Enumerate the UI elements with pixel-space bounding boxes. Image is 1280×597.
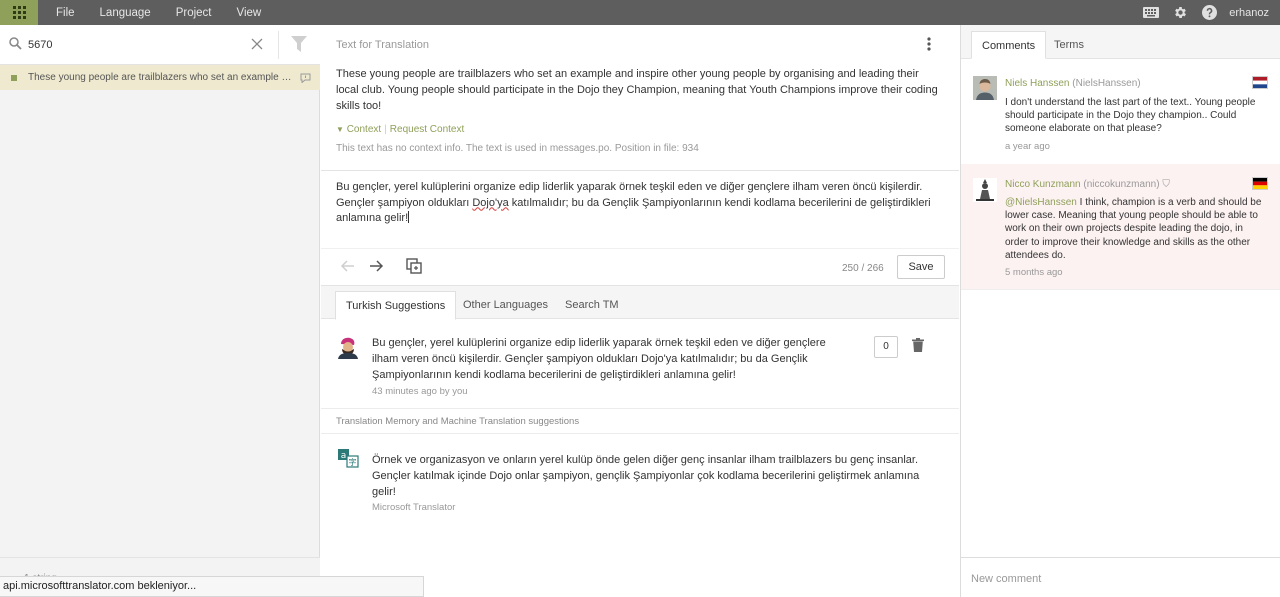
comment-author: Nicco Kunzmann (niccokunzmann) ⛉: [1005, 179, 1170, 190]
shield-icon: ⛉: [1162, 179, 1170, 190]
character-count: 250 / 266: [842, 263, 884, 274]
search-input[interactable]: [28, 36, 243, 54]
editor-toolbar: 250 / 266 Save: [321, 248, 959, 285]
comment-author: Niels Hanssen (NielsHanssen): [1005, 78, 1141, 89]
netherlands-flag-icon: [1252, 76, 1268, 89]
right-tabs: Comments Terms: [961, 25, 1280, 59]
user-avatar: [336, 335, 360, 359]
source-header-label: Text for Translation: [336, 39, 429, 51]
editor-panel: Text for Translation These young people …: [321, 25, 959, 597]
vote-count[interactable]: 0: [874, 336, 898, 358]
comment-body: I don't understand the last part of the …: [1005, 97, 1256, 135]
suggestion-meta: 43 minutes ago by you: [372, 386, 468, 397]
machine-suggestion-source: Microsoft Translator: [372, 502, 456, 513]
string-list-item[interactable]: These young people are trailblazers who …: [0, 65, 320, 90]
arrow-right-icon[interactable]: [369, 259, 384, 273]
new-comment-box: [961, 557, 1280, 597]
context-links: ▼ Context | Request Context: [336, 124, 465, 135]
arrow-left-icon[interactable]: [340, 259, 355, 273]
context-info: This text has no context info. The text …: [336, 143, 699, 154]
menu-language[interactable]: Language: [100, 7, 151, 19]
top-right-tools: erhanoz: [1143, 0, 1280, 25]
user-avatar: [973, 178, 997, 202]
suggestion-tabs: Turkish Suggestions Other Languages Sear…: [321, 285, 959, 320]
menu-project[interactable]: Project: [176, 7, 212, 19]
string-item-text: These young people are trailblazers who …: [28, 72, 296, 83]
filter-icon[interactable]: [291, 36, 307, 52]
browser-status-bar: api.microsofttranslator.com bekleniyor..…: [0, 576, 424, 597]
more-options-icon[interactable]: [927, 37, 931, 51]
keyboard-icon: [1143, 7, 1160, 18]
translator-icon: a 字: [338, 449, 359, 468]
suggestion-text: Bu gençler, yerel kulüplerini organize e…: [372, 337, 826, 381]
clear-search-icon[interactable]: [251, 38, 263, 50]
tm-divider-label: Translation Memory and Machine Translati…: [336, 416, 580, 427]
strings-panel: These young people are trailblazers who …: [0, 25, 320, 597]
text-caret: [408, 211, 410, 223]
main-menu: File Language Project View: [56, 0, 286, 25]
comment-time: 5 months ago: [1005, 267, 1063, 278]
copy-source-icon[interactable]: [406, 258, 422, 274]
machine-suggestion-text: Örnek ve organizasyon ve onların yerel k…: [372, 454, 920, 498]
context-toggle[interactable]: Context: [347, 124, 381, 135]
triangle-down-icon: ▼: [336, 125, 344, 134]
keyboard-shortcuts-button[interactable]: [1143, 7, 1160, 18]
apps-grid-icon: [12, 6, 26, 19]
comment-item: Niels Hanssen (NielsHanssen) I don't und…: [961, 59, 1280, 164]
search-divider: [278, 31, 279, 59]
tab-turkish-suggestions[interactable]: Turkish Suggestions: [335, 291, 457, 320]
menu-view[interactable]: View: [237, 7, 262, 19]
menu-file[interactable]: File: [56, 7, 75, 19]
tm-divider: Translation Memory and Machine Translati…: [321, 408, 959, 434]
apps-grid-button[interactable]: [0, 0, 38, 25]
top-bar: File Language Project View erhanoz: [0, 0, 1280, 25]
search-icon: [9, 37, 22, 50]
source-text: These young people are trailblazers who …: [336, 68, 938, 112]
tab-search-tm[interactable]: Search TM: [555, 291, 629, 320]
new-comment-input[interactable]: [971, 570, 1267, 588]
suggestions-area: Turkish Suggestions Other Languages Sear…: [321, 285, 959, 597]
comment-body: @NielsHanssen I think, champion is a ver…: [1005, 197, 1262, 261]
svg-text:字: 字: [349, 457, 357, 467]
comment-item: Nicco Kunzmann (niccokunzmann) ⛉ @NielsH…: [961, 164, 1280, 290]
svg-text:a: a: [341, 451, 347, 461]
search-bar: [0, 25, 320, 65]
translation-editor[interactable]: Bu gençler, yerel kulüplerini organize e…: [321, 170, 959, 248]
tab-other-languages[interactable]: Other Languages: [453, 291, 558, 320]
gear-icon: [1175, 7, 1187, 18]
save-button[interactable]: Save: [897, 255, 945, 279]
request-context-link[interactable]: Request Context: [390, 124, 465, 135]
germany-flag-icon: [1252, 177, 1268, 190]
comment-time: a year ago: [1005, 141, 1050, 152]
trash-icon[interactable]: [912, 338, 924, 352]
settings-button[interactable]: [1173, 5, 1188, 20]
comment-icon: [300, 73, 311, 83]
spelling-error: Dojo'ya: [472, 196, 509, 209]
user-menu[interactable]: erhanoz: [1229, 7, 1269, 19]
help-button[interactable]: [1202, 5, 1218, 20]
tab-terms[interactable]: Terms: [1044, 31, 1094, 59]
comment-mention[interactable]: @NielsHanssen: [1005, 197, 1077, 208]
source-header: Text for Translation: [321, 25, 959, 65]
translated-status-icon: [11, 74, 17, 81]
translation-text[interactable]: Bu gençler, yerel kulüplerini organize e…: [336, 180, 941, 227]
help-icon: [1202, 5, 1218, 20]
comments-panel: Comments Terms Niels Hanssen (NielsHanss…: [960, 25, 1280, 597]
tab-comments[interactable]: Comments: [971, 31, 1047, 59]
user-avatar: [973, 76, 997, 100]
